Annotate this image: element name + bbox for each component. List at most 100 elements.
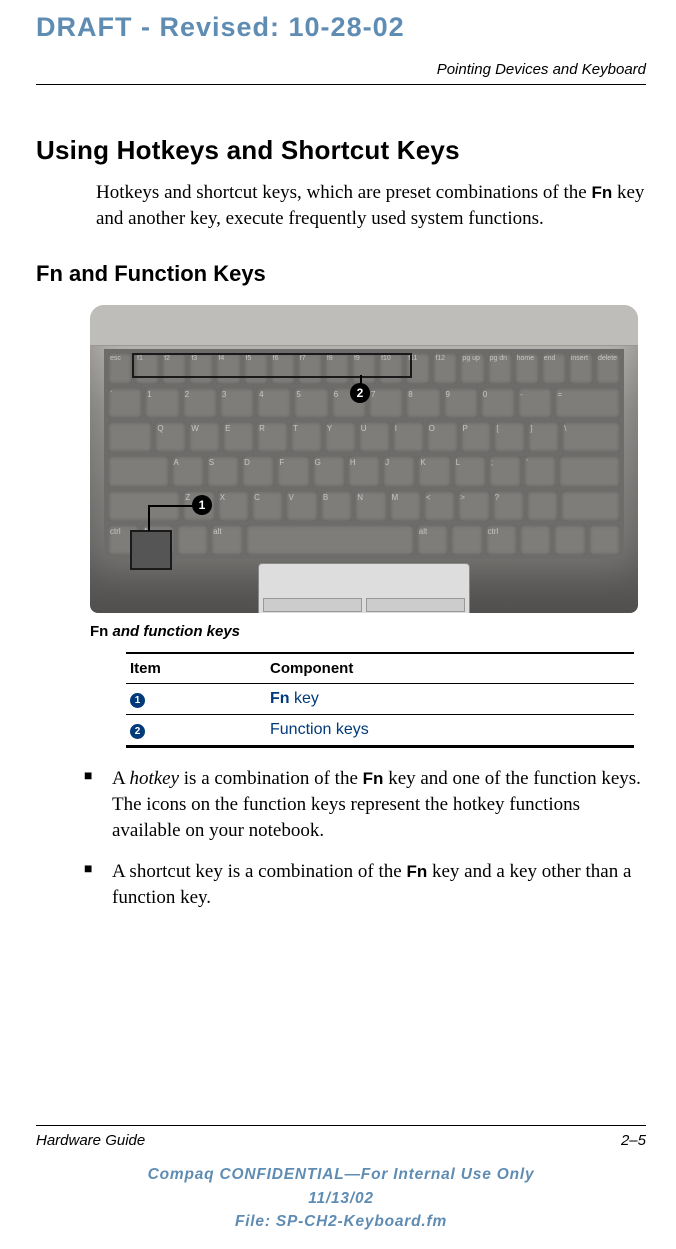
keyboard-key: F (277, 456, 309, 486)
section-heading: Using Hotkeys and Shortcut Keys (36, 135, 646, 166)
footer-page-number: 2–5 (621, 1132, 646, 1149)
fn-label: Fn (406, 862, 427, 881)
table-header-item: Item (126, 660, 270, 677)
table-header-row: Item Component (126, 654, 634, 684)
keyboard-key (451, 525, 482, 555)
footer-confidential: Compaq CONFIDENTIAL—For Internal Use Onl… (36, 1163, 646, 1233)
keyboard-key: L (454, 456, 486, 486)
keyboard-key (561, 491, 620, 521)
item-number-icon: 1 (130, 693, 145, 708)
hotkey-term: hotkey (129, 768, 179, 789)
intro-text-1: Hotkeys and shortcut keys, which are pre… (96, 182, 591, 203)
keyboard-key: B (321, 491, 352, 521)
keyboard-key: ? (493, 491, 524, 521)
document-page: DRAFT - Revised: 10-28-02 Pointing Devic… (0, 0, 676, 1249)
keyboard-key: W (189, 422, 220, 452)
footer-doc-title: Hardware Guide (36, 1132, 145, 1149)
keyboard-key: pg up (460, 353, 484, 383)
page-footer: Hardware Guide 2–5 Compaq CONFIDENTIAL—F… (36, 1125, 646, 1233)
keyboard-key: D (242, 456, 274, 486)
bullet-text: A shortcut key is a combination of the (112, 861, 406, 882)
fn-label: Fn (363, 769, 384, 788)
keyboard-key: ; (489, 456, 521, 486)
keyboard-key: [ (494, 422, 525, 452)
keyboard-key: 9 (444, 388, 478, 418)
item-number-icon: 2 (130, 724, 145, 739)
keyboard-key: X (218, 491, 249, 521)
fn-key-label: Fn (591, 183, 612, 202)
keyboard-key: 1 (145, 388, 179, 418)
keyboard-key: ctrl (486, 525, 517, 555)
table-cell-item: 2 (126, 721, 270, 739)
keyboard-key (246, 525, 414, 555)
keyboard-key: f12 (433, 353, 457, 383)
keyboard-key: 4 (257, 388, 291, 418)
table-cell-item: 1 (126, 690, 270, 708)
keyboard-key: 5 (294, 388, 328, 418)
table-row: 1 Fn key (126, 684, 634, 715)
component-table: Item Component 1 Fn key 2 Function keys (126, 652, 634, 748)
touchpad (258, 563, 470, 613)
bullet-text: is a combination of the (179, 768, 363, 789)
keyboard-key: ] (528, 422, 559, 452)
keyboard-key: delete (596, 353, 620, 383)
keyboard-key: 7 (369, 388, 403, 418)
keyboard-key: \ (562, 422, 620, 452)
keyboard-key (520, 525, 551, 555)
bullet-text: A (112, 768, 129, 789)
keyboard-key: 2 (183, 388, 217, 418)
confidential-line: Compaq CONFIDENTIAL—For Internal Use Onl… (36, 1163, 646, 1186)
keyboard-key: G (313, 456, 345, 486)
list-item: A shortcut key is a combination of the F… (74, 859, 646, 910)
keyboard-key: 0 (481, 388, 515, 418)
table-row: 2 Function keys (126, 715, 634, 745)
keyboard-key: O (427, 422, 458, 452)
keyboard-key (589, 525, 620, 555)
draft-watermark: DRAFT - Revised: 10-28-02 (36, 12, 646, 43)
keyboard-key: ` (108, 388, 142, 418)
keyboard-key: R (257, 422, 288, 452)
keyboard-key: H (348, 456, 380, 486)
keyboard-key (108, 456, 169, 486)
keyboard-key: M (390, 491, 421, 521)
keyboard-key: U (359, 422, 390, 452)
subsection-heading: Fn and Function Keys (36, 261, 646, 287)
footer-line: Hardware Guide 2–5 (36, 1125, 646, 1149)
list-item: A hotkey is a combination of the Fn key … (74, 766, 646, 843)
confidential-file: File: SP-CH2-Keyboard.fm (36, 1210, 646, 1233)
keyboard-diagram: escf1f2f3f4f5f6f7f8f9f10f11f12pg uppg dn… (90, 305, 638, 613)
leader-line (148, 505, 196, 507)
keyboard-key: = (555, 388, 620, 418)
keyboard-key: < (424, 491, 455, 521)
keyboard-hinge (90, 305, 638, 346)
keyboard-key: alt (211, 525, 242, 555)
bullet-list: A hotkey is a combination of the Fn key … (74, 766, 646, 910)
keyboard-keys-area: escf1f2f3f4f5f6f7f8f9f10f11f12pg uppg dn… (104, 349, 624, 559)
leader-line (148, 505, 150, 531)
fn-key-highlight (130, 530, 172, 570)
table-cell-component: Fn key (270, 690, 634, 708)
component-text: key (290, 690, 319, 707)
keyboard-key: pg dn (488, 353, 512, 383)
fn-label: Fn (270, 690, 290, 707)
keyboard-key: esc (108, 353, 132, 383)
keyboard-key (108, 422, 152, 452)
table-header-component: Component (270, 660, 634, 677)
keyboard-key (554, 525, 585, 555)
keyboard-key: C (252, 491, 283, 521)
keyboard-key: J (383, 456, 415, 486)
keyboard-key: P (461, 422, 492, 452)
keyboard-key: E (223, 422, 254, 452)
figure-caption: Fn and function keys (90, 623, 646, 640)
confidential-date: 11/13/02 (36, 1187, 646, 1210)
keyboard-key: Q (155, 422, 186, 452)
keyboard-key: K (418, 456, 450, 486)
function-keys-highlight (132, 353, 412, 378)
keyboard-key: alt (417, 525, 448, 555)
keyboard-key: Y (325, 422, 356, 452)
keyboard-key: A (172, 456, 204, 486)
component-text: Function keys (270, 721, 369, 738)
keyboard-key: T (291, 422, 322, 452)
keyboard-key: N (355, 491, 386, 521)
keyboard-key: end (542, 353, 566, 383)
